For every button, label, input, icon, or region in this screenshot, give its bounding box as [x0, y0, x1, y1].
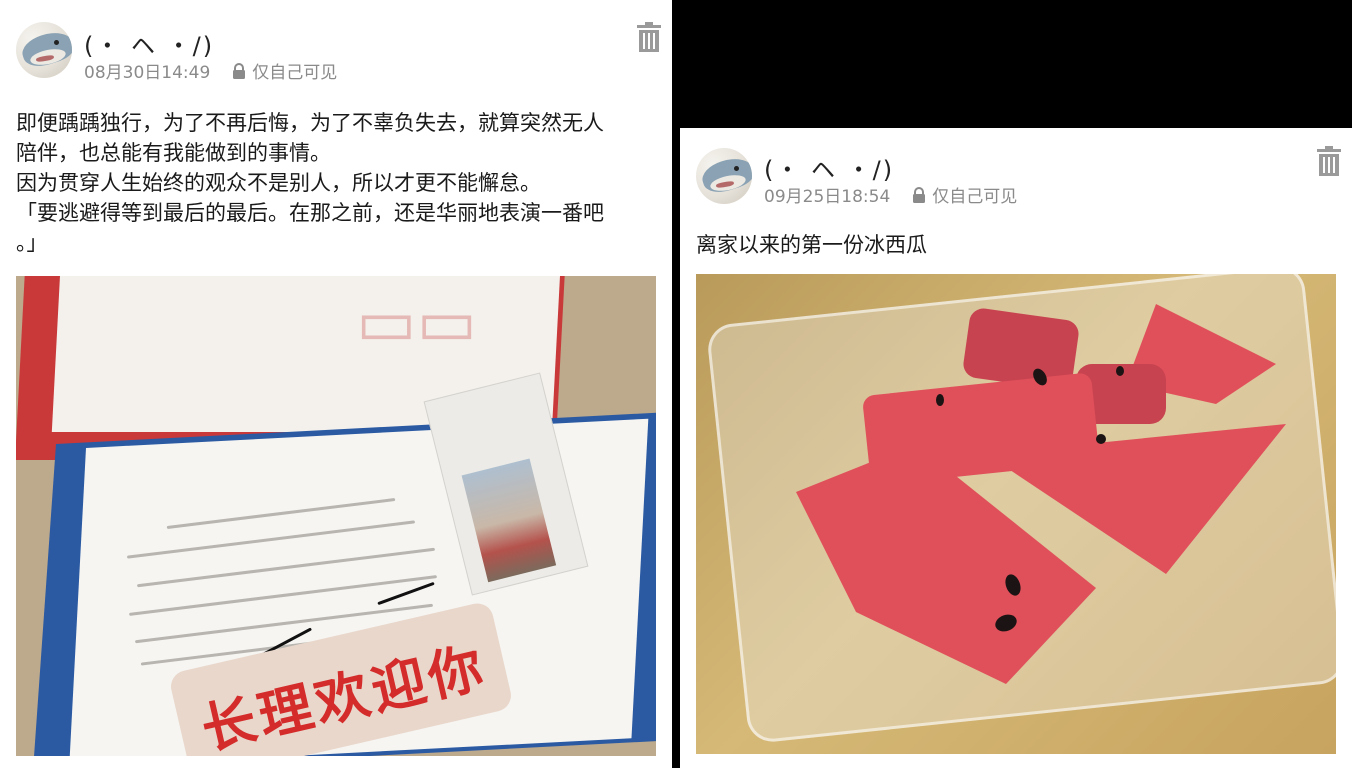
post-photo[interactable]: [696, 274, 1336, 754]
post-text-line: 离家以来的第一份冰西瓜: [696, 233, 927, 257]
visibility-label: 仅自己可见: [932, 187, 1018, 207]
post-text-line: 陪伴，也总能有我能做到的事情。: [16, 141, 331, 165]
visibility-label: 仅自己可见: [252, 63, 338, 83]
post-meta: 09月25日18:54 仅自己可见: [764, 182, 1017, 207]
post-text-line: 因为贯穿人生始终的观众不是别人，所以才更不能懈怠。: [16, 171, 541, 195]
lock-icon: [232, 62, 246, 79]
post-time: 09月25日18:54: [764, 187, 891, 207]
post-card-1: (・ ヘ ・/) 08月30日14:49 仅自己可见 即便踽踽独行，为了不再后悔…: [0, 0, 672, 768]
lock-icon: [912, 186, 926, 203]
post-card-2: (・ ヘ ・/) 09月25日18:54 仅自己可见 离家以来的第一份冰西瓜: [680, 128, 1352, 768]
post-photo[interactable]: ▭▭ 长理欢迎你: [16, 276, 656, 756]
avatar[interactable]: [696, 148, 752, 204]
username[interactable]: (・ ヘ ・/): [84, 26, 214, 61]
post-text-line: 。」: [16, 231, 48, 255]
post-meta: 08月30日14:49 仅自己可见: [84, 58, 337, 83]
avatar[interactable]: [16, 22, 72, 78]
trash-icon[interactable]: [637, 22, 661, 52]
post-time: 08月30日14:49: [84, 63, 211, 83]
post-text: 离家以来的第一份冰西瓜: [696, 230, 927, 260]
post-text-line: 「要逃避得等到最后的最后。在那之前，还是华丽地表演一番吧: [16, 201, 604, 225]
post-text-line: 即便踽踽独行，为了不再后悔，为了不辜负失去，就算突然无人: [16, 111, 604, 135]
username[interactable]: (・ ヘ ・/): [764, 150, 894, 185]
trash-icon[interactable]: [1317, 146, 1341, 176]
post-text: 即便踽踽独行，为了不再后悔，为了不辜负失去，就算突然无人 陪伴，也总能有我能做到…: [16, 108, 604, 258]
